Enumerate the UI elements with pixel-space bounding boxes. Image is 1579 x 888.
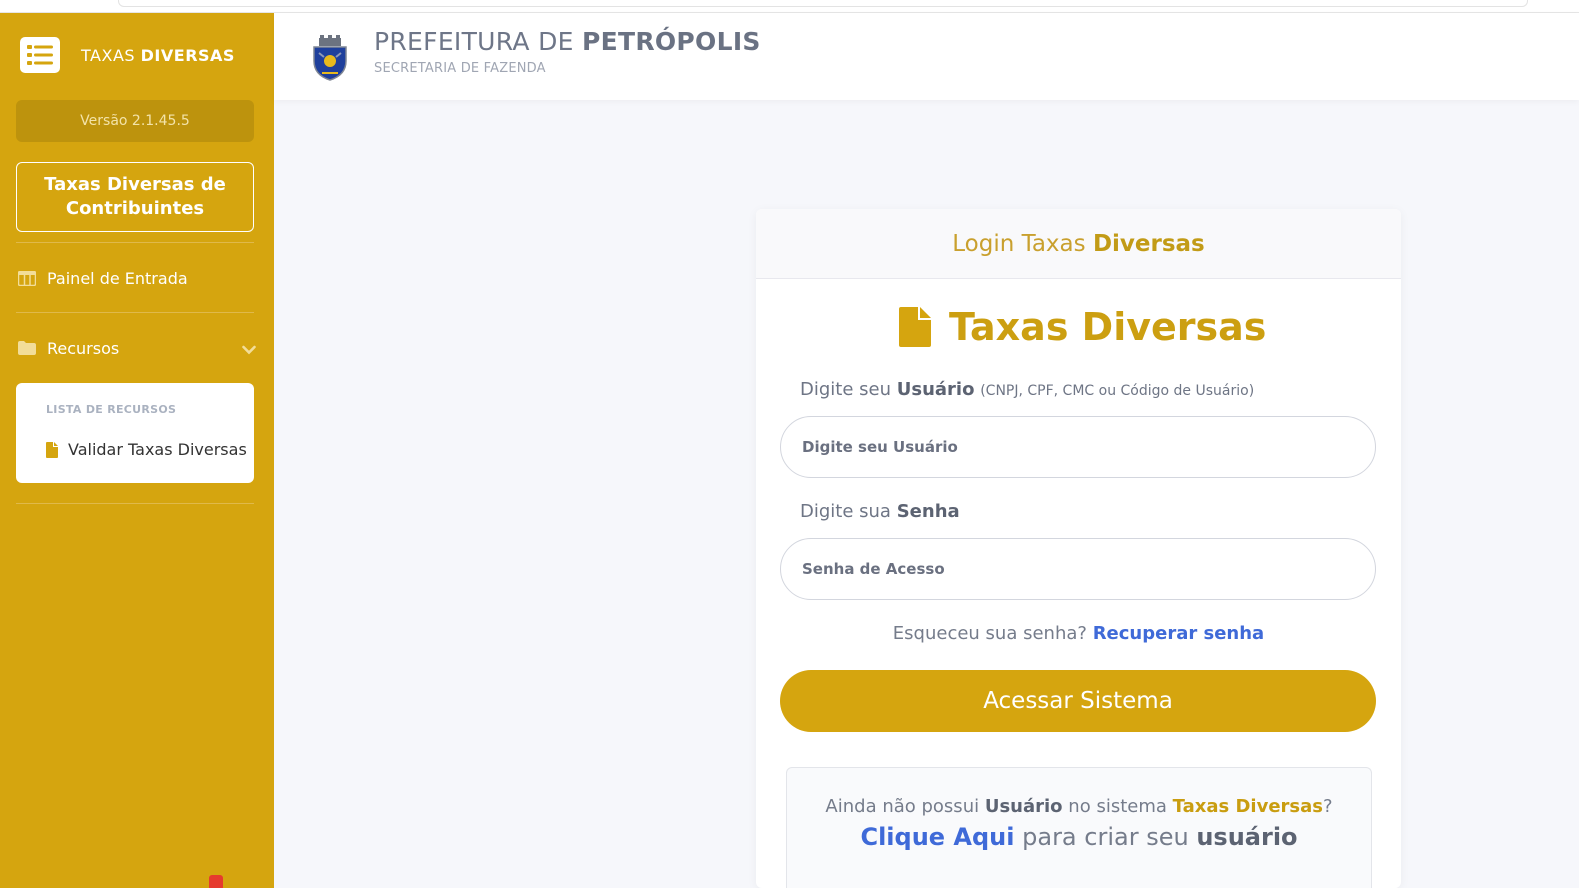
- signup-text: para criar seu: [1022, 823, 1189, 851]
- folder-icon: [18, 340, 36, 356]
- signup-text: Ainda não possui: [825, 796, 980, 817]
- app-name-prefix: TAXAS: [81, 45, 136, 65]
- forgot-password-text: Esqueceu sua senha?: [892, 623, 1087, 644]
- signup-line-2: Clique Aqui para criar seu usuário: [787, 823, 1371, 851]
- forgot-password-row: Esqueceu sua senha? Recuperar senha: [756, 623, 1401, 644]
- username-input[interactable]: [780, 416, 1376, 478]
- page-header: PREFEITURA DE PETRÓPOLIS SECRETARIA DE F…: [274, 13, 1579, 100]
- sidebar-item-painel[interactable]: Painel de Entrada: [18, 264, 256, 292]
- card-title-strong: Diversas: [1092, 230, 1205, 257]
- page-subtitle: SECRETARIA DE FAZENDA: [374, 61, 546, 76]
- signup-user-word: Usuário: [984, 796, 1063, 817]
- chevron-down-icon[interactable]: [242, 340, 256, 359]
- login-submit-button[interactable]: Acessar Sistema: [780, 670, 1376, 732]
- red-marker: [209, 875, 223, 888]
- sidebar-divider: [16, 312, 254, 313]
- browser-top-strip: [0, 0, 1579, 13]
- title-city: PETRÓPOLIS: [581, 27, 761, 56]
- address-bar-edge: [118, 0, 1528, 7]
- list-icon[interactable]: [20, 37, 60, 73]
- login-card-header: Login Taxas Diversas: [756, 209, 1401, 279]
- create-user-link[interactable]: Clique Aqui: [860, 823, 1014, 851]
- user-label-prefix: Digite seu: [800, 379, 892, 400]
- submenu-heading: LISTA DE RECURSOS: [46, 403, 177, 416]
- version-badge: Versão 2.1.45.5: [16, 100, 254, 142]
- sidebar-item-label: Recursos: [47, 338, 120, 358]
- recover-password-link[interactable]: Recuperar senha: [1093, 623, 1265, 644]
- sidebar-item-label: Painel de Entrada: [47, 268, 188, 288]
- city-crest-logo: [310, 35, 350, 81]
- app-name: TAXAS DIVERSAS: [81, 46, 235, 65]
- signup-system-name: Taxas Diversas: [1172, 796, 1323, 817]
- system-title: Taxas Diversas: [899, 305, 1266, 349]
- sidebar: TAXAS DIVERSAS Versão 2.1.45.5 Taxas Div…: [0, 13, 274, 888]
- table-icon: [18, 270, 36, 286]
- password-label-strong: Senha: [896, 501, 960, 522]
- sidebar-divider: [16, 503, 254, 504]
- page-title: PREFEITURA DE PETRÓPOLIS: [374, 27, 761, 56]
- submenu-item-validate-fees[interactable]: Validar Taxas Diversas: [46, 440, 247, 459]
- system-title-text: Taxas Diversas: [949, 305, 1267, 349]
- sidebar-divider: [16, 242, 254, 243]
- signup-user-word: usuário: [1196, 823, 1298, 851]
- password-label-prefix: Digite sua: [800, 501, 891, 522]
- signup-line-1: Ainda não possui Usuário no sistema Taxa…: [787, 796, 1371, 817]
- password-label: Digite sua Senha: [800, 501, 960, 522]
- signup-question-mark: ?: [1323, 796, 1333, 817]
- signup-text: no sistema: [1068, 796, 1167, 817]
- login-card: Login Taxas Diversas Taxas Diversas Digi…: [756, 209, 1401, 888]
- user-label: Digite seu Usuário (CNPJ, CPF, CMC ou Có…: [800, 379, 1254, 400]
- sidebar-brand[interactable]: TAXAS DIVERSAS: [20, 37, 235, 73]
- title-prefix: PREFEITURA DE: [374, 27, 574, 56]
- user-label-strong: Usuário: [896, 379, 975, 400]
- resources-submenu: LISTA DE RECURSOS Validar Taxas Diversas: [16, 383, 254, 483]
- file-icon: [899, 307, 931, 347]
- sidebar-item-recursos[interactable]: Recursos: [18, 334, 256, 362]
- signup-box: Ainda não possui Usuário no sistema Taxa…: [786, 767, 1372, 888]
- file-icon: [46, 441, 58, 458]
- card-title-prefix: Login Taxas: [952, 230, 1086, 257]
- app-name-strong: DIVERSAS: [140, 45, 235, 65]
- contributors-fees-button[interactable]: Taxas Diversas de Contribuintes: [16, 162, 254, 232]
- submenu-item-label: Validar Taxas Diversas: [68, 440, 247, 459]
- user-label-hint: (CNPJ, CPF, CMC ou Código de Usuário): [980, 383, 1255, 399]
- password-input[interactable]: [780, 538, 1376, 600]
